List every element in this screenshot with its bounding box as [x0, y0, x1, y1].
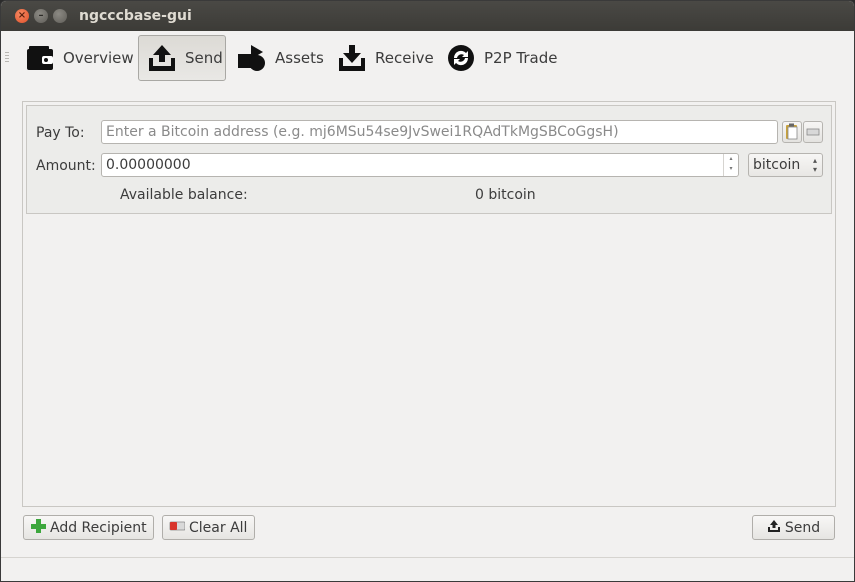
wallet-icon: [25, 44, 55, 72]
unit-value: bitcoin: [753, 157, 801, 173]
clipboard-icon: [783, 123, 801, 146]
window-title: ngcccbase-gui: [79, 8, 192, 24]
unit-select[interactable]: bitcoin ▴ ▾: [748, 153, 823, 177]
title-bar: × – ngcccbase-gui: [1, 1, 854, 31]
address-book-button[interactable]: [803, 121, 823, 143]
plus-icon: [30, 518, 46, 538]
send-button-label: Send: [784, 519, 821, 536]
tab-overview[interactable]: Overview: [17, 35, 142, 81]
receive-icon: [337, 44, 367, 72]
amount-spinner[interactable]: ▴ ▾: [723, 154, 738, 176]
minimize-window-button[interactable]: –: [34, 9, 48, 23]
eraser-icon: [169, 518, 186, 538]
amount-input[interactable]: 0.00000000 ▴ ▾: [101, 153, 739, 177]
main-toolbar: Overview Send Assets Receive P2P Trade: [1, 32, 854, 88]
address-book-icon: [804, 128, 822, 146]
send-icon: [147, 44, 177, 72]
amount-value: 0.00000000: [106, 157, 191, 173]
add-recipient-label: Add Recipient: [50, 519, 147, 536]
balance-value: 0 bitcoin: [475, 187, 536, 203]
tab-send-label: Send: [185, 49, 223, 67]
tab-overview-label: Overview: [63, 49, 134, 67]
tab-receive-label: Receive: [375, 49, 434, 67]
tab-send[interactable]: Send: [138, 35, 226, 81]
send-panel: Pay To: Enter a Bitcoin address (e.g. mj…: [22, 101, 836, 507]
tab-p2p-trade[interactable]: P2P Trade: [438, 35, 565, 81]
p2p-trade-icon: [446, 44, 476, 72]
add-recipient-button[interactable]: Add Recipient: [23, 515, 154, 540]
tab-assets-label: Assets: [275, 49, 324, 67]
assets-icon: [237, 44, 267, 72]
tab-receive[interactable]: Receive: [329, 35, 442, 81]
clear-all-button[interactable]: Clear All: [162, 515, 255, 540]
close-window-button[interactable]: ×: [15, 9, 29, 23]
tab-p2p-trade-label: P2P Trade: [484, 49, 558, 67]
app-window: × – ngcccbase-gui Overview Send Assets R…: [0, 0, 855, 582]
send-small-icon: [767, 519, 781, 537]
tab-assets[interactable]: Assets: [229, 35, 332, 81]
paste-address-button[interactable]: [782, 121, 802, 143]
clear-all-label: Clear All: [189, 519, 248, 536]
balance-label: Available balance:: [120, 187, 248, 203]
updown-arrow-icon: ▴ ▾: [812, 156, 817, 174]
status-bar: [1, 557, 854, 558]
pay-to-label: Pay To:: [36, 125, 85, 141]
toolbar-grip[interactable]: [5, 52, 9, 64]
recipient-entry: Pay To: Enter a Bitcoin address (e.g. mj…: [26, 105, 832, 214]
amount-label: Amount:: [36, 158, 96, 174]
maximize-window-button[interactable]: [53, 9, 67, 23]
send-button[interactable]: Send: [752, 515, 835, 540]
pay-to-input[interactable]: Enter a Bitcoin address (e.g. mj6MSu54se…: [101, 120, 778, 144]
